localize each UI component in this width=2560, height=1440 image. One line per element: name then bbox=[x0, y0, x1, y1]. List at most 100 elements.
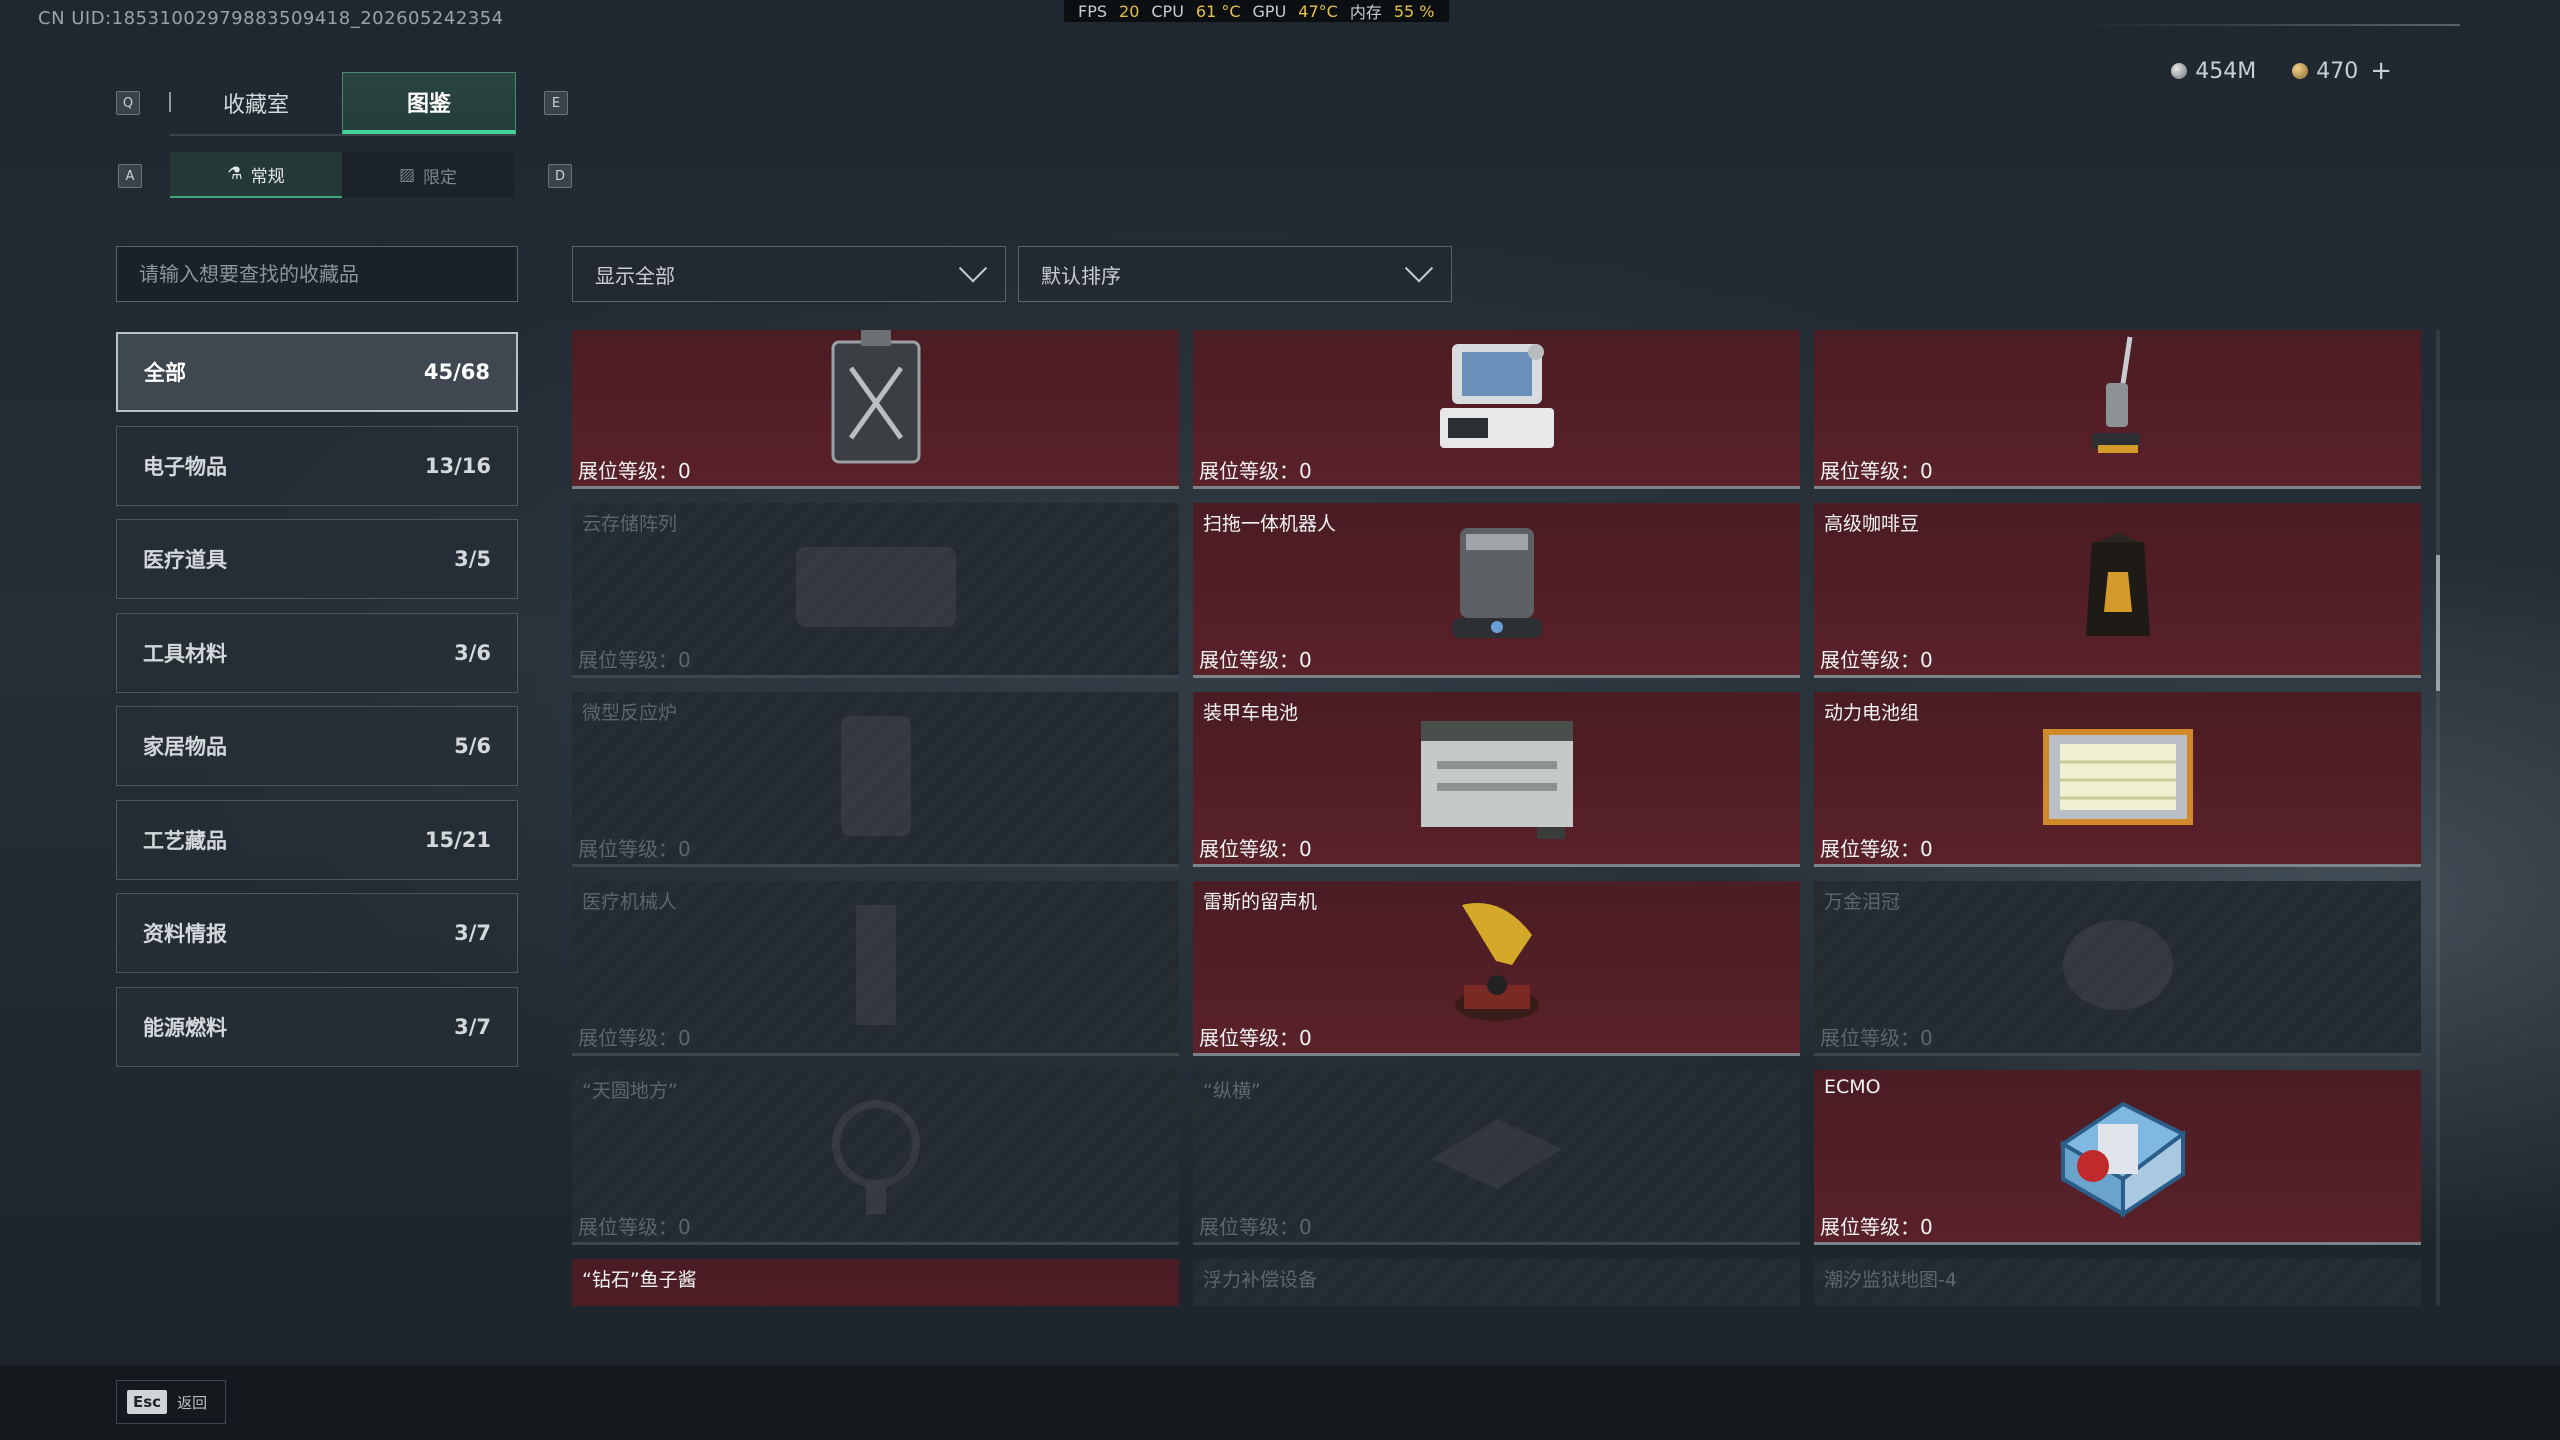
sub-tabs: ⚗ 常规 ▨ 限定 bbox=[170, 152, 514, 198]
category-label: 工具材料 bbox=[143, 641, 227, 666]
key-hint-a[interactable]: A bbox=[118, 164, 142, 188]
key-hint-e[interactable]: E bbox=[544, 91, 568, 115]
perf-stats: FPS 20 CPU 61 °C GPU 47°C 内存 55 % bbox=[1064, 0, 1449, 22]
card-display-level: 展位等级：0 bbox=[578, 1026, 691, 1050]
filter-dropdown-value: 显示全部 bbox=[595, 263, 675, 288]
top-decor-line bbox=[2080, 24, 2460, 26]
category-energy[interactable]: 能源燃料 3/7 bbox=[116, 986, 518, 1067]
category-count: 15/21 bbox=[424, 827, 491, 852]
category-household[interactable]: 家居物品 5/6 bbox=[116, 706, 518, 786]
card-display-level: 展位等级：0 bbox=[1820, 1215, 1933, 1239]
category-label: 医疗道具 bbox=[143, 548, 227, 572]
floor-washer-icon bbox=[2078, 333, 2158, 467]
image-icon: ▨ bbox=[398, 165, 416, 185]
gpu-label: GPU bbox=[1252, 1, 1287, 21]
category-medical[interactable]: 医疗道具 3/5 bbox=[116, 519, 518, 599]
collectible-card[interactable]: “纵横” 展位等级：0 bbox=[1193, 1070, 1800, 1245]
board-icon bbox=[1422, 1099, 1572, 1213]
category-label: 家居物品 bbox=[143, 735, 227, 759]
card-display-level: 展位等级：0 bbox=[578, 1215, 691, 1239]
coffee-bag-icon bbox=[2078, 532, 2158, 646]
collectible-card[interactable]: ECMO 展位等级：0 bbox=[1814, 1070, 2421, 1245]
key-hint-q[interactable]: Q bbox=[116, 91, 140, 115]
silver-currency: 454M bbox=[2171, 59, 2256, 84]
gold-currency: 470 + bbox=[2292, 56, 2392, 86]
collectible-card[interactable]: 展位等级：0 bbox=[572, 330, 1179, 489]
silver-coin-icon bbox=[2171, 63, 2188, 79]
category-intel[interactable]: 资料情报 3/7 bbox=[116, 893, 518, 973]
collectible-card[interactable]: 潮汐监狱地图-4 bbox=[1814, 1259, 2421, 1306]
subtab-regular[interactable]: ⚗ 常规 bbox=[170, 152, 342, 198]
card-title: 高级咖啡豆 bbox=[1824, 513, 1920, 535]
gpu-value: 47°C bbox=[1298, 1, 1338, 21]
card-title: “天圆地方” bbox=[582, 1080, 678, 1102]
collectible-card[interactable]: 雷斯的留声机展位等级：0 bbox=[1193, 881, 1800, 1056]
card-title: 云存储阵列 bbox=[582, 513, 678, 535]
collectible-card[interactable]: 高级咖啡豆 展位等级：0 bbox=[1814, 503, 2421, 678]
collectible-card[interactable]: 动力电池组 展位等级：0 bbox=[1814, 692, 2421, 867]
chevron-down-icon bbox=[958, 254, 988, 283]
footer-bar bbox=[0, 1365, 2560, 1440]
gramophone-icon bbox=[1442, 895, 1552, 1039]
filter-dropdown[interactable]: 显示全部 bbox=[572, 246, 1006, 302]
card-display-level: 展位等级：0 bbox=[578, 837, 691, 861]
card-title: 动力电池组 bbox=[1824, 702, 1920, 724]
category-label: 全部 bbox=[144, 361, 186, 385]
category-count: 45/68 bbox=[423, 360, 490, 384]
chevron-down-icon bbox=[1404, 254, 1434, 283]
collectible-card[interactable]: 云存储阵列 展位等级：0 bbox=[572, 503, 1179, 678]
ecmo-icon bbox=[2043, 1084, 2193, 1228]
collectible-card[interactable]: “天圆地方” 展位等级：0 bbox=[572, 1070, 1179, 1245]
card-display-level: 展位等级：0 bbox=[1199, 648, 1312, 672]
category-label: 电子物品 bbox=[143, 454, 227, 479]
subtab-limited[interactable]: ▨ 限定 bbox=[342, 152, 514, 198]
card-display-level: 展位等级：0 bbox=[578, 459, 691, 483]
category-count: 3/5 bbox=[454, 547, 491, 571]
scrollbar-thumb[interactable] bbox=[2436, 555, 2440, 691]
card-title: 雷斯的留声机 bbox=[1203, 891, 1318, 913]
card-display-level: 展位等级：0 bbox=[1199, 459, 1312, 483]
card-title: 万金泪冠 bbox=[1824, 891, 1901, 913]
collectible-card[interactable]: 浮力补偿设备 bbox=[1193, 1259, 1800, 1306]
category-tools[interactable]: 工具材料 3/6 bbox=[116, 612, 518, 693]
category-count: 3/7 bbox=[454, 921, 491, 945]
collectible-card[interactable]: “钻石”鱼子酱 bbox=[572, 1259, 1179, 1306]
category-all[interactable]: 全部 45/68 bbox=[116, 332, 518, 412]
category-count: 3/6 bbox=[454, 640, 491, 665]
collectible-card[interactable]: 装甲车电池展位等级：0 bbox=[1193, 692, 1800, 867]
subtab-limited-label: 限定 bbox=[423, 167, 458, 188]
sort-dropdown[interactable]: 默认排序 bbox=[1018, 246, 1452, 302]
storage-array-icon bbox=[776, 527, 976, 651]
sort-dropdown-value: 默认排序 bbox=[1041, 263, 1121, 288]
crown-icon bbox=[2048, 905, 2188, 1029]
category-electronics[interactable]: 电子物品 13/16 bbox=[116, 425, 518, 506]
back-button[interactable]: Esc 返回 bbox=[116, 1380, 226, 1424]
gold-coin-icon bbox=[2292, 63, 2309, 79]
mem-value: 55 % bbox=[1393, 1, 1435, 21]
scrollbar[interactable] bbox=[2436, 330, 2440, 1306]
collectible-card[interactable]: 万金泪冠 展位等级：0 bbox=[1814, 881, 2421, 1056]
gold-amount: 470 bbox=[2316, 58, 2359, 84]
search-input[interactable] bbox=[116, 246, 518, 302]
item-grid-viewport[interactable]: 展位等级：0 展位等级：0 展位等级：0 云存储阵列 展位等级：0 扫拖一体机器人 展位等级… bbox=[572, 330, 2426, 1306]
category-count: 13/16 bbox=[424, 453, 491, 478]
collectible-card[interactable]: 展位等级：0 bbox=[1814, 330, 2421, 489]
tab-codex[interactable]: 图鉴 bbox=[342, 72, 516, 134]
card-display-level: 展位等级：0 bbox=[1199, 837, 1312, 861]
collectible-card[interactable]: 展位等级：0 bbox=[1193, 330, 1800, 489]
collectible-card[interactable]: 微型反应炉 展位等级：0 bbox=[572, 692, 1179, 867]
add-currency-button[interactable]: + bbox=[2370, 56, 2392, 86]
uid-label: CN UID:18531002979883509418_202605242354 bbox=[38, 8, 504, 29]
card-display-level: 展位等级：0 bbox=[1820, 459, 1933, 483]
card-title: 医疗机械人 bbox=[582, 891, 678, 913]
tab-collection-room[interactable]: 收藏室 bbox=[170, 72, 342, 134]
card-display-level: 展位等级：0 bbox=[1199, 1026, 1312, 1050]
key-hint-d[interactable]: D bbox=[548, 164, 572, 188]
esc-key-icon: Esc bbox=[127, 1390, 168, 1414]
collectible-card[interactable]: 扫拖一体机器人 展位等级：0 bbox=[1193, 503, 1800, 678]
medical-monitor-icon bbox=[1432, 338, 1562, 462]
card-title: 装甲车电池 bbox=[1203, 702, 1299, 724]
category-crafts[interactable]: 工艺藏品 15/21 bbox=[116, 799, 518, 880]
collectible-card[interactable]: 医疗机械人展位等级：0 bbox=[572, 881, 1179, 1056]
card-title: “纵横” bbox=[1203, 1080, 1261, 1102]
